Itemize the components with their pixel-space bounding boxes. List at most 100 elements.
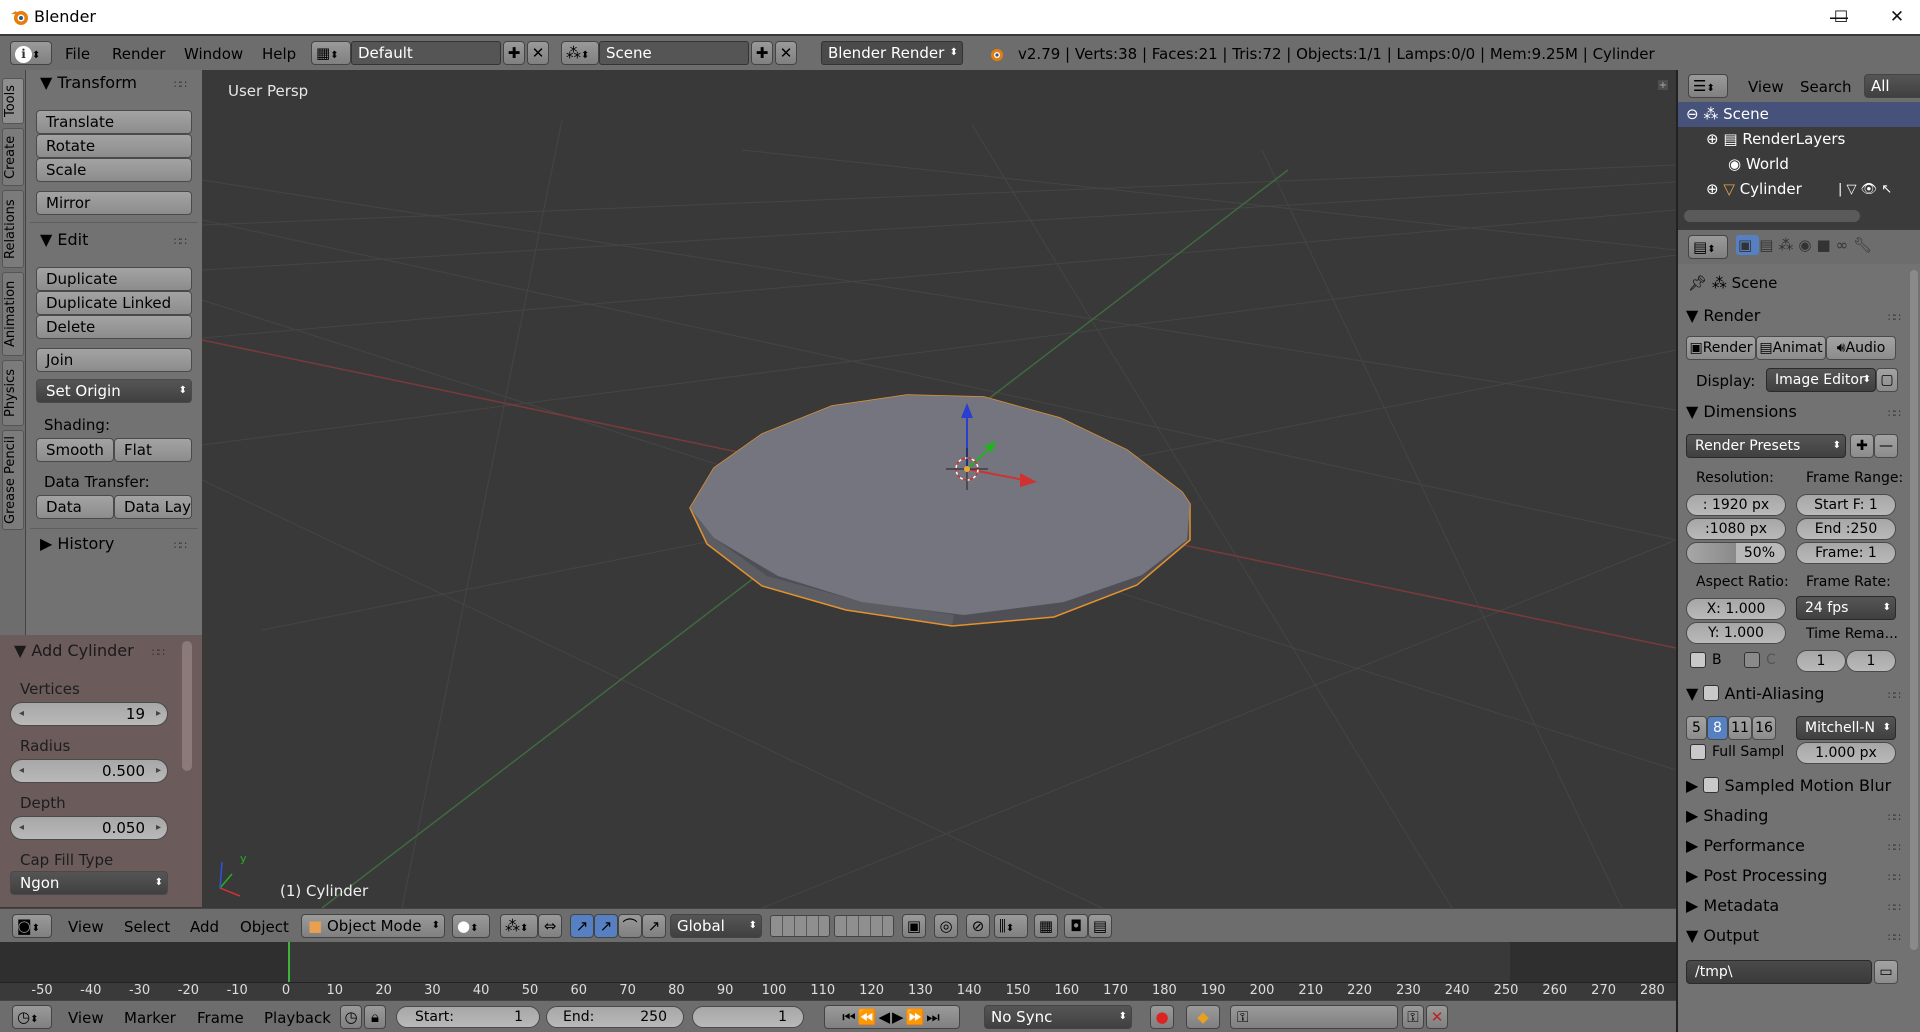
- remove-scene-icon[interactable]: ✕: [775, 41, 797, 65]
- menu-playback[interactable]: Playback: [264, 1009, 331, 1027]
- editor-type-button[interactable]: ☰⬍: [1688, 74, 1728, 98]
- end-frame-field[interactable]: End :250: [1796, 518, 1896, 540]
- depth-field[interactable]: ◂ 0.050 ▸: [10, 816, 168, 840]
- manipulator-toggle-icon[interactable]: ⇔: [538, 914, 562, 938]
- cap-fill-type-dropdown[interactable]: Ngon ⬍: [10, 871, 168, 895]
- render-panel-header[interactable]: ▼ Render: [1686, 306, 1760, 325]
- context-tabs[interactable]: ▣ ▤⁂◉■∞🔧︎: [1736, 235, 1877, 255]
- drag-handle-icon[interactable]: ∷∷: [1888, 689, 1901, 702]
- full-sample-checkbox[interactable]: [1690, 744, 1706, 760]
- add-preset-icon[interactable]: ✚: [1850, 434, 1874, 458]
- current-frame-field[interactable]: 1: [692, 1006, 804, 1028]
- data-button[interactable]: Data: [36, 495, 114, 519]
- object-mode-dropdown[interactable]: ■ Object Mode ⬍: [301, 914, 445, 938]
- outliner-row-cylinder[interactable]: ⊕ ▽ Cylinder | ▽ 👁︎ ↖: [1678, 177, 1920, 202]
- lock-interface-icon[interactable]: ▢: [1876, 368, 1898, 392]
- delete-button[interactable]: Delete: [36, 315, 192, 339]
- tab-physics[interactable]: Physics: [2, 360, 24, 426]
- close-button[interactable]: ✕: [1874, 4, 1920, 30]
- viewport-shading-dropdown[interactable]: ●⬍: [452, 914, 490, 938]
- increment-arrow-icon[interactable]: ▸: [156, 703, 161, 725]
- editor-type-button[interactable]: ◷⬍: [12, 1005, 52, 1029]
- render-tab-icon[interactable]: ▣: [1736, 235, 1760, 255]
- rotate-manipulator-icon[interactable]: ↗: [594, 914, 618, 938]
- scale-button[interactable]: Scale: [36, 158, 192, 182]
- layout-field[interactable]: Default: [351, 41, 501, 65]
- visibility-toggles[interactable]: | ▽ 👁︎ ↖: [1838, 177, 1892, 202]
- set-origin-dropdown[interactable]: Set Origin ⬍: [36, 379, 192, 403]
- menu-help[interactable]: Help: [262, 45, 296, 63]
- keying-set-field[interactable]: ⚿: [1230, 1005, 1398, 1029]
- editor-type-button[interactable]: ◙⬍: [12, 914, 52, 938]
- border-checkbox[interactable]: [1690, 652, 1706, 668]
- editor-type-button[interactable]: ▤⬍: [1688, 235, 1728, 259]
- increment-arrow-icon[interactable]: ▸: [156, 760, 161, 782]
- operator-header[interactable]: ▼ Add Cylinder: [14, 641, 134, 660]
- increment-arrow-icon[interactable]: ▸: [156, 817, 161, 839]
- timeline[interactable]: -50 -40 -30 -20 -10 0 10 20 30 40 50 60 70 80 90 100 110…: [0, 942, 1676, 1000]
- drag-handle-icon[interactable]: ∷∷: [1888, 841, 1901, 854]
- lock-layers-icon[interactable]: ▣: [902, 914, 926, 938]
- constraints-tab-icon[interactable]: ∞: [1836, 236, 1854, 254]
- drag-handle-icon[interactable]: ∷∷: [174, 539, 187, 552]
- time-new-field[interactable]: 1: [1846, 650, 1896, 672]
- snap-toggle-icon[interactable]: ⊘: [966, 914, 990, 938]
- start-frame-field[interactable]: Start F: 1: [1796, 494, 1896, 516]
- resolution-y-field[interactable]: :1080 px: [1686, 518, 1786, 540]
- render-presets-dropdown[interactable]: Render Presets ⬍: [1686, 434, 1846, 458]
- menu-search[interactable]: Search: [1800, 78, 1852, 96]
- display-dropdown[interactable]: Image Editor ⬍: [1766, 368, 1876, 392]
- outliner-scrollbar[interactable]: [1684, 210, 1860, 222]
- menu-select[interactable]: Select: [124, 918, 170, 936]
- drag-handle-icon[interactable]: ∷∷: [152, 646, 165, 659]
- remove-preset-icon[interactable]: —: [1874, 434, 1898, 458]
- tab-tools[interactable]: Tools: [2, 78, 24, 124]
- add-scene-icon[interactable]: ✚: [751, 41, 773, 65]
- layers-tab-icon[interactable]: ▤: [1759, 236, 1778, 254]
- scene-field[interactable]: Scene: [599, 41, 749, 65]
- duplicate-button[interactable]: Duplicate: [36, 267, 192, 291]
- radius-field[interactable]: ◂ 0.500 ▸: [10, 759, 168, 783]
- aa-panel-header[interactable]: ▼ Anti-Aliasing: [1686, 684, 1824, 703]
- layer-buttons-right[interactable]: [834, 915, 894, 937]
- tab-animation[interactable]: Animation: [2, 272, 24, 356]
- viewport-scene[interactable]: +: [202, 70, 1676, 908]
- display-mode-dropdown[interactable]: All Scen: [1864, 74, 1920, 98]
- tab-grease-pencil[interactable]: Grease Pencil: [2, 430, 24, 530]
- edit-panel-header[interactable]: ▼ Edit: [40, 230, 88, 249]
- drag-handle-icon[interactable]: ∷∷: [174, 235, 187, 248]
- frame-step-field[interactable]: Frame: 1: [1796, 542, 1896, 564]
- animation-button[interactable]: ▤Animat: [1756, 336, 1826, 360]
- metadata-panel-header[interactable]: ▶ Metadata: [1686, 896, 1779, 915]
- drag-handle-icon[interactable]: ∷∷: [1888, 871, 1901, 884]
- start-frame-field[interactable]: Start: 1: [396, 1006, 540, 1028]
- smooth-button[interactable]: Smooth: [36, 438, 114, 462]
- pin-icon[interactable]: 📌︎: [1688, 274, 1707, 292]
- aa-samples-5[interactable]: 5: [1686, 716, 1707, 740]
- pivot-point-dropdown[interactable]: ⁂⬍: [500, 914, 538, 938]
- motion-blur-panel-header[interactable]: ▶ Sampled Motion Blur: [1686, 776, 1891, 795]
- render-button[interactable]: ▣Render: [1686, 336, 1756, 360]
- resolution-x-field[interactable]: : 1920 px: [1686, 494, 1786, 516]
- end-frame-field[interactable]: End: 250: [546, 1006, 684, 1028]
- aa-filter-dropdown[interactable]: Mitchell-N ⬍: [1796, 716, 1896, 740]
- aa-samples-8[interactable]: 8: [1707, 716, 1728, 740]
- sync-dropdown[interactable]: No Sync ⬍: [984, 1005, 1132, 1029]
- decrement-arrow-icon[interactable]: ◂: [19, 760, 24, 782]
- layer-buttons-left[interactable]: [770, 915, 830, 937]
- motion-blur-checkbox[interactable]: [1703, 777, 1720, 793]
- screen-layout-icon[interactable]: ▦⬍: [311, 41, 351, 65]
- frame-rate-dropdown[interactable]: 24 fps ⬍: [1796, 596, 1896, 620]
- decrement-arrow-icon[interactable]: ◂: [19, 817, 24, 839]
- 3d-viewport[interactable]: + User Persp y (1) Cylinder: [202, 70, 1676, 908]
- duplicate-linked-button[interactable]: Duplicate Linked: [36, 291, 192, 315]
- operator-scrollbar[interactable]: [182, 641, 192, 771]
- aa-checkbox[interactable]: [1703, 685, 1720, 701]
- performance-panel-header[interactable]: ▶ Performance: [1686, 836, 1805, 855]
- rotate-button[interactable]: Rotate: [36, 134, 192, 158]
- tab-create[interactable]: Create: [2, 128, 24, 186]
- dimensions-panel-header[interactable]: ▼ Dimensions: [1686, 402, 1797, 421]
- drag-handle-icon[interactable]: ∷∷: [1888, 901, 1901, 914]
- history-panel-header[interactable]: ▶ History: [40, 534, 114, 553]
- drag-handle-icon[interactable]: ∷∷: [1888, 311, 1901, 324]
